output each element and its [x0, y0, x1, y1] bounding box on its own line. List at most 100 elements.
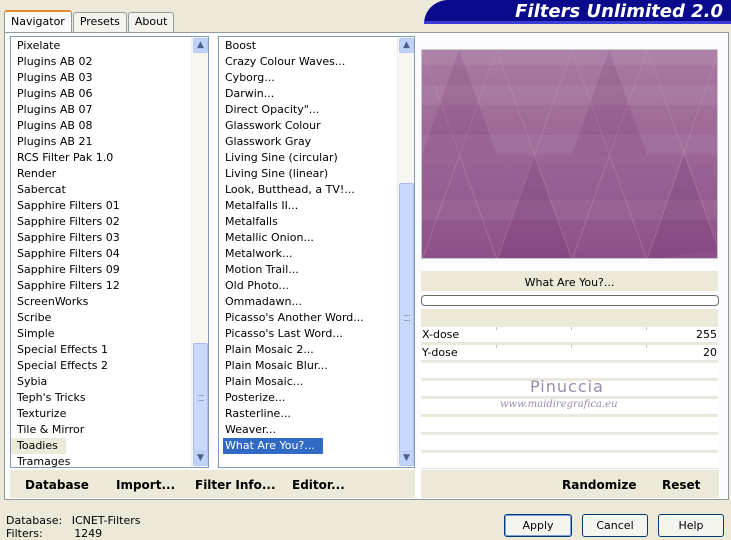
scroll-thumb[interactable] — [193, 343, 208, 453]
filter-item[interactable]: Rasterline... — [219, 406, 397, 422]
scroll-down-icon[interactable]: ▼ — [399, 451, 414, 466]
item-label: Render — [17, 167, 57, 180]
category-item[interactable]: Pixelate — [11, 38, 191, 54]
item-label: Plugins AB 03 — [17, 71, 93, 84]
cancel-button[interactable]: Cancel — [582, 514, 648, 537]
category-item[interactable]: Simple — [11, 326, 191, 342]
category-item[interactable]: RCS Filter Pak 1.0 — [11, 150, 191, 166]
item-label: Look, Butthead, a TV!... — [225, 183, 355, 196]
item-label: Sapphire Filters 03 — [17, 231, 120, 244]
category-list[interactable]: Pixelate Plugins AB 02 Plugins AB 03 Plugin… — [10, 36, 209, 468]
tab-presets[interactable]: Presets — [72, 12, 127, 32]
randomize-button[interactable]: Randomize — [562, 478, 636, 492]
apply-button[interactable]: Apply — [504, 514, 572, 537]
filter-item[interactable]: Metalfalls — [219, 214, 397, 230]
filter-item[interactable]: Picasso's Last Word... — [219, 326, 397, 342]
filter-list[interactable]: Boost Crazy Colour Waves... Cyborg... Darwi… — [218, 36, 415, 468]
database-button[interactable]: Database — [25, 478, 89, 492]
filter-item[interactable]: Posterize... — [219, 390, 397, 406]
filter-item[interactable]: Boost — [219, 38, 397, 54]
filter-item[interactable]: Living Sine (linear) — [219, 166, 397, 182]
filter-item[interactable]: Direct Opacity"... — [219, 102, 397, 118]
item-label: Glasswork Colour — [225, 119, 321, 132]
category-item[interactable]: Texturize — [11, 406, 191, 422]
filter-info-button[interactable]: Filter Info... — [195, 478, 276, 492]
item-label: Darwin... — [225, 87, 275, 100]
item-label: Plain Mosaic 2... — [225, 343, 314, 356]
param-label: X-dose — [422, 328, 460, 341]
filter-item[interactable]: Plain Mosaic... — [219, 374, 397, 390]
category-scrollbar[interactable]: ▲ ▼ — [191, 37, 208, 467]
category-item[interactable]: Sapphire Filters 09 — [11, 262, 191, 278]
category-item[interactable]: Scribe — [11, 310, 191, 326]
scroll-thumb[interactable] — [399, 183, 414, 453]
category-item[interactable]: Render — [11, 166, 191, 182]
filter-item[interactable]: Motion Trail... — [219, 262, 397, 278]
filter-item[interactable]: Metallic Onion... — [219, 230, 397, 246]
category-item[interactable]: Plugins AB 07 — [11, 102, 191, 118]
category-item[interactable]: Special Effects 2 — [11, 358, 191, 374]
filter-item[interactable]: Metalwork... — [219, 246, 397, 262]
filter-item[interactable]: Weaver... — [219, 422, 397, 438]
category-item[interactable]: Sapphire Filters 12 — [11, 278, 191, 294]
param-row-empty — [421, 417, 718, 433]
item-label: Special Effects 2 — [17, 359, 109, 372]
category-item[interactable]: Sybia — [11, 374, 191, 390]
tab-about[interactable]: About — [127, 12, 175, 32]
filter-item[interactable]: Old Photo... — [219, 278, 397, 294]
category-items: Pixelate Plugins AB 02 Plugins AB 03 Plugin… — [11, 37, 191, 467]
category-item[interactable]: Toadies — [11, 438, 191, 454]
filter-item[interactable]: Glasswork Colour — [219, 118, 397, 134]
category-item[interactable]: Plugins AB 06 — [11, 86, 191, 102]
category-item[interactable]: ScreenWorks — [11, 294, 191, 310]
filter-scrollbar[interactable]: ▲ ▼ — [397, 37, 414, 467]
filter-item[interactable]: Living Sine (circular) — [219, 150, 397, 166]
status-filters: Filters: 1249 — [6, 527, 102, 540]
category-item[interactable]: Teph's Tricks — [11, 390, 191, 406]
item-label: Plugins AB 07 — [17, 103, 93, 116]
category-item[interactable]: Special Effects 1 — [11, 342, 191, 358]
filter-item[interactable]: What Are You?... — [219, 438, 397, 454]
scroll-down-icon[interactable]: ▼ — [193, 451, 208, 466]
category-item[interactable]: Sapphire Filters 02 — [11, 214, 191, 230]
filter-item[interactable]: Cyborg... — [219, 70, 397, 86]
editor-button[interactable]: Editor... — [292, 478, 345, 492]
filter-item[interactable]: Plain Mosaic Blur... — [219, 358, 397, 374]
scroll-up-icon[interactable]: ▲ — [399, 38, 414, 53]
category-item[interactable]: Sapphire Filters 03 — [11, 230, 191, 246]
tab-navigator[interactable]: Navigator — [4, 10, 72, 32]
filter-item[interactable]: Crazy Colour Waves... — [219, 54, 397, 70]
category-item[interactable]: Plugins AB 21 — [11, 134, 191, 150]
filter-item[interactable]: Metalfalls II... — [219, 198, 397, 214]
category-item[interactable]: Plugins AB 08 — [11, 118, 191, 134]
param-row-y-dose[interactable]: Y-dose 20 — [421, 345, 718, 361]
filter-item[interactable]: Picasso's Another Word... — [219, 310, 397, 326]
status-database-label: Database: — [6, 514, 63, 527]
category-item[interactable]: Tile & Mirror — [11, 422, 191, 438]
help-button[interactable]: Help — [658, 514, 724, 537]
item-label: Cyborg... — [225, 71, 275, 84]
watermark-site: www.maidiregrafica.eu — [500, 399, 618, 410]
category-item[interactable]: Plugins AB 03 — [11, 70, 191, 86]
param-row-empty — [421, 453, 718, 469]
item-label: Tramages — [17, 455, 71, 468]
category-item[interactable]: Sabercat — [11, 182, 191, 198]
progress-bar — [421, 295, 719, 306]
filter-item[interactable]: Ommadawn... — [219, 294, 397, 310]
category-item[interactable]: Sapphire Filters 04 — [11, 246, 191, 262]
scroll-up-icon[interactable]: ▲ — [193, 38, 208, 53]
status-database: Database: ICNET-Filters — [6, 514, 140, 527]
category-item[interactable]: Plugins AB 02 — [11, 54, 191, 70]
reset-button[interactable]: Reset — [662, 478, 700, 492]
item-label: Boost — [225, 39, 257, 52]
filter-item[interactable]: Glasswork Gray — [219, 134, 397, 150]
param-row-x-dose[interactable]: X-dose 255 — [421, 327, 718, 343]
watermark-name: Pinuccia — [530, 377, 604, 396]
category-item[interactable]: Sapphire Filters 01 — [11, 198, 191, 214]
filter-item[interactable]: Look, Butthead, a TV!... — [219, 182, 397, 198]
category-item[interactable]: Tramages — [11, 454, 191, 468]
item-label: Scribe — [17, 311, 52, 324]
filter-item[interactable]: Plain Mosaic 2... — [219, 342, 397, 358]
filter-item[interactable]: Darwin... — [219, 86, 397, 102]
import-button[interactable]: Import... — [116, 478, 175, 492]
